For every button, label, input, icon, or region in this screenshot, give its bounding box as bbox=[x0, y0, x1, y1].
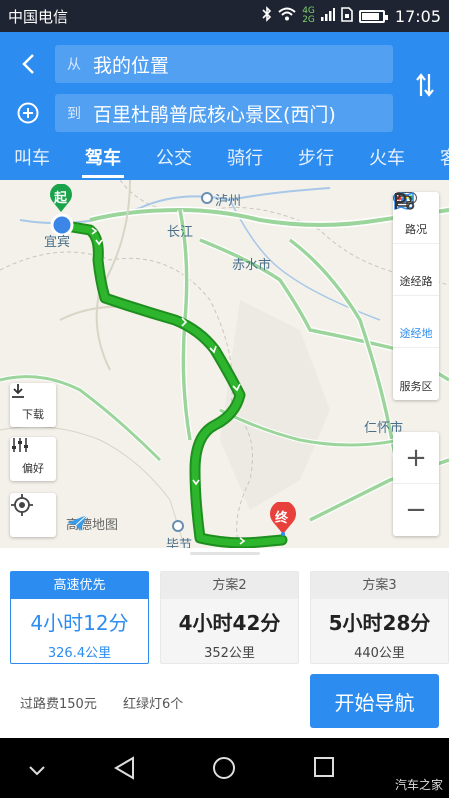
clock: 17:05 bbox=[394, 6, 441, 26]
app-root: 中国电信 4G 2G 17:05 从 我的位置 到 百里杜鹃普底核心景区(西门)… bbox=[0, 0, 449, 798]
preference-button[interactable]: 偏好 bbox=[10, 437, 56, 481]
plan-1-distance: 326.4公里 bbox=[47, 646, 112, 661]
waypoint-route-label: 途经路 bbox=[399, 275, 433, 288]
city-chishui: 赤水市 bbox=[232, 258, 272, 273]
add-circle-icon bbox=[17, 102, 38, 124]
locate-button[interactable] bbox=[10, 493, 56, 537]
bluetooth-icon bbox=[262, 6, 272, 26]
to-prefix: 到 bbox=[67, 106, 81, 122]
battery-icon bbox=[358, 9, 388, 23]
service-area-button[interactable]: 服务区 bbox=[393, 193, 439, 400]
tab-bus[interactable]: 公交 bbox=[156, 140, 192, 180]
waypoint-place-button[interactable]: 途经地 bbox=[393, 192, 439, 348]
plan-2-head: 方案2 bbox=[161, 572, 298, 599]
service-area-label: 服务区 bbox=[399, 379, 433, 393]
end-marker[interactable]: 终 bbox=[267, 502, 299, 536]
plan-3-head: 方案3 bbox=[311, 572, 448, 599]
sim-icon bbox=[341, 6, 353, 26]
from-prefix: 从 bbox=[67, 57, 81, 73]
status-icons: 4G 2G 17:05 bbox=[262, 6, 441, 26]
route-header: 从 我的位置 到 百里杜鹃普底核心景区(西门) 叫车 驾车 公交 骑行 步行 火… bbox=[0, 32, 449, 180]
tab-coach[interactable]: 客 bbox=[440, 140, 449, 180]
plan-card-3[interactable]: 方案3 5小时28分 440公里 bbox=[310, 571, 449, 664]
to-field[interactable]: 到 百里杜鹃普底核心景区(西门) bbox=[55, 94, 393, 132]
luzhou-dot bbox=[201, 192, 213, 204]
swap-route-button[interactable] bbox=[415, 70, 435, 100]
to-value: 百里杜鹃普底核心景区(西门) bbox=[93, 103, 336, 126]
city-bijie: 毕节 bbox=[166, 538, 193, 548]
zoom-controls: + − bbox=[393, 432, 439, 536]
back-button[interactable] bbox=[0, 53, 55, 75]
from-row: 从 我的位置 bbox=[0, 42, 449, 86]
signal-icon bbox=[320, 7, 335, 25]
traffic-lights-count: 红绿灯6个 bbox=[123, 697, 184, 712]
map-view[interactable]: 泸州 长江 赤水市 仁怀市 宜宾 毕节 起 终 路况 途经路 途经地 服务区 +… bbox=[0, 180, 449, 548]
waypoint-place-label: 途经地 bbox=[399, 327, 433, 340]
plan-card-1[interactable]: 高速优先 4小时12分 326.4公里 bbox=[10, 571, 149, 664]
carrier-name: 中国电信 bbox=[8, 7, 69, 26]
plan-card-2[interactable]: 方案2 4小时42分 352公里 bbox=[160, 571, 299, 664]
map-tools-panel: 路况 途经路 途经地 服务区 bbox=[393, 192, 439, 400]
preference-label: 偏好 bbox=[22, 462, 44, 475]
tab-train[interactable]: 火车 bbox=[369, 140, 405, 180]
add-waypoint-button[interactable] bbox=[0, 102, 55, 124]
start-marker[interactable]: 起 bbox=[47, 184, 75, 214]
tab-bike[interactable]: 骑行 bbox=[227, 140, 263, 180]
download-label: 下载 bbox=[22, 408, 44, 421]
city-luzhou: 泸州 bbox=[215, 194, 242, 209]
home-circle-icon[interactable] bbox=[212, 756, 236, 784]
zoom-in-button[interactable]: + bbox=[393, 432, 439, 484]
download-button[interactable]: 下载 bbox=[10, 383, 56, 427]
tab-drive[interactable]: 驾车 bbox=[82, 140, 124, 180]
system-nav-bar bbox=[0, 738, 449, 798]
back-triangle-icon[interactable] bbox=[113, 756, 135, 784]
status-bar: 中国电信 4G 2G 17:05 bbox=[0, 0, 449, 32]
plan-2-time: 4小时42分 bbox=[178, 611, 281, 635]
start-navigation-button[interactable]: 开始导航 bbox=[310, 674, 439, 728]
tab-taxi[interactable]: 叫车 bbox=[14, 140, 50, 180]
network-bottom-label: 2G bbox=[302, 15, 315, 25]
amap-logo: 高德地图 bbox=[66, 514, 118, 533]
tab-walk[interactable]: 步行 bbox=[298, 140, 334, 180]
wifi-icon bbox=[278, 7, 296, 25]
swap-arrows-icon bbox=[416, 73, 434, 97]
plan-1-head: 高速优先 bbox=[11, 572, 148, 599]
bijie-dot bbox=[172, 520, 184, 532]
end-marker-label: 终 bbox=[275, 511, 289, 526]
from-value: 我的位置 bbox=[93, 54, 170, 77]
zoom-out-button[interactable]: − bbox=[393, 484, 439, 536]
chevron-down-icon[interactable] bbox=[28, 762, 46, 781]
to-row: 到 百里杜鹃普底核心景区(西门) bbox=[0, 91, 449, 135]
from-field[interactable]: 从 我的位置 bbox=[55, 45, 393, 83]
city-yibin: 宜宾 bbox=[44, 235, 71, 250]
watermark: 汽车之家 bbox=[394, 778, 443, 792]
amap-paperplane-icon bbox=[67, 514, 88, 531]
start-marker-label: 起 bbox=[54, 191, 68, 206]
panel-drag-handle[interactable] bbox=[190, 552, 260, 555]
waypoint-route-button[interactable]: 途经路 bbox=[393, 192, 439, 296]
network-type: 4G 2G bbox=[302, 7, 315, 25]
traffic-label: 路况 bbox=[405, 223, 427, 236]
plan-3-time: 5小时28分 bbox=[328, 611, 431, 635]
plan-1-time: 4小时12分 bbox=[30, 611, 129, 635]
transport-tabs: 叫车 驾车 公交 骑行 步行 火车 客 bbox=[0, 140, 449, 180]
plan-3-distance: 440公里 bbox=[354, 646, 405, 661]
plan-2-distance: 352公里 bbox=[204, 646, 255, 661]
back-arrow-icon bbox=[21, 54, 34, 74]
toll-fee: 过路费150元 bbox=[20, 697, 97, 712]
recents-square-icon[interactable] bbox=[313, 756, 335, 782]
route-plans-panel: 高速优先 4小时12分 326.4公里 方案2 4小时42分 352公里 方案3… bbox=[0, 548, 449, 738]
locate-crosshair-icon bbox=[11, 494, 33, 516]
label-changjiang: 长江 bbox=[167, 225, 194, 240]
